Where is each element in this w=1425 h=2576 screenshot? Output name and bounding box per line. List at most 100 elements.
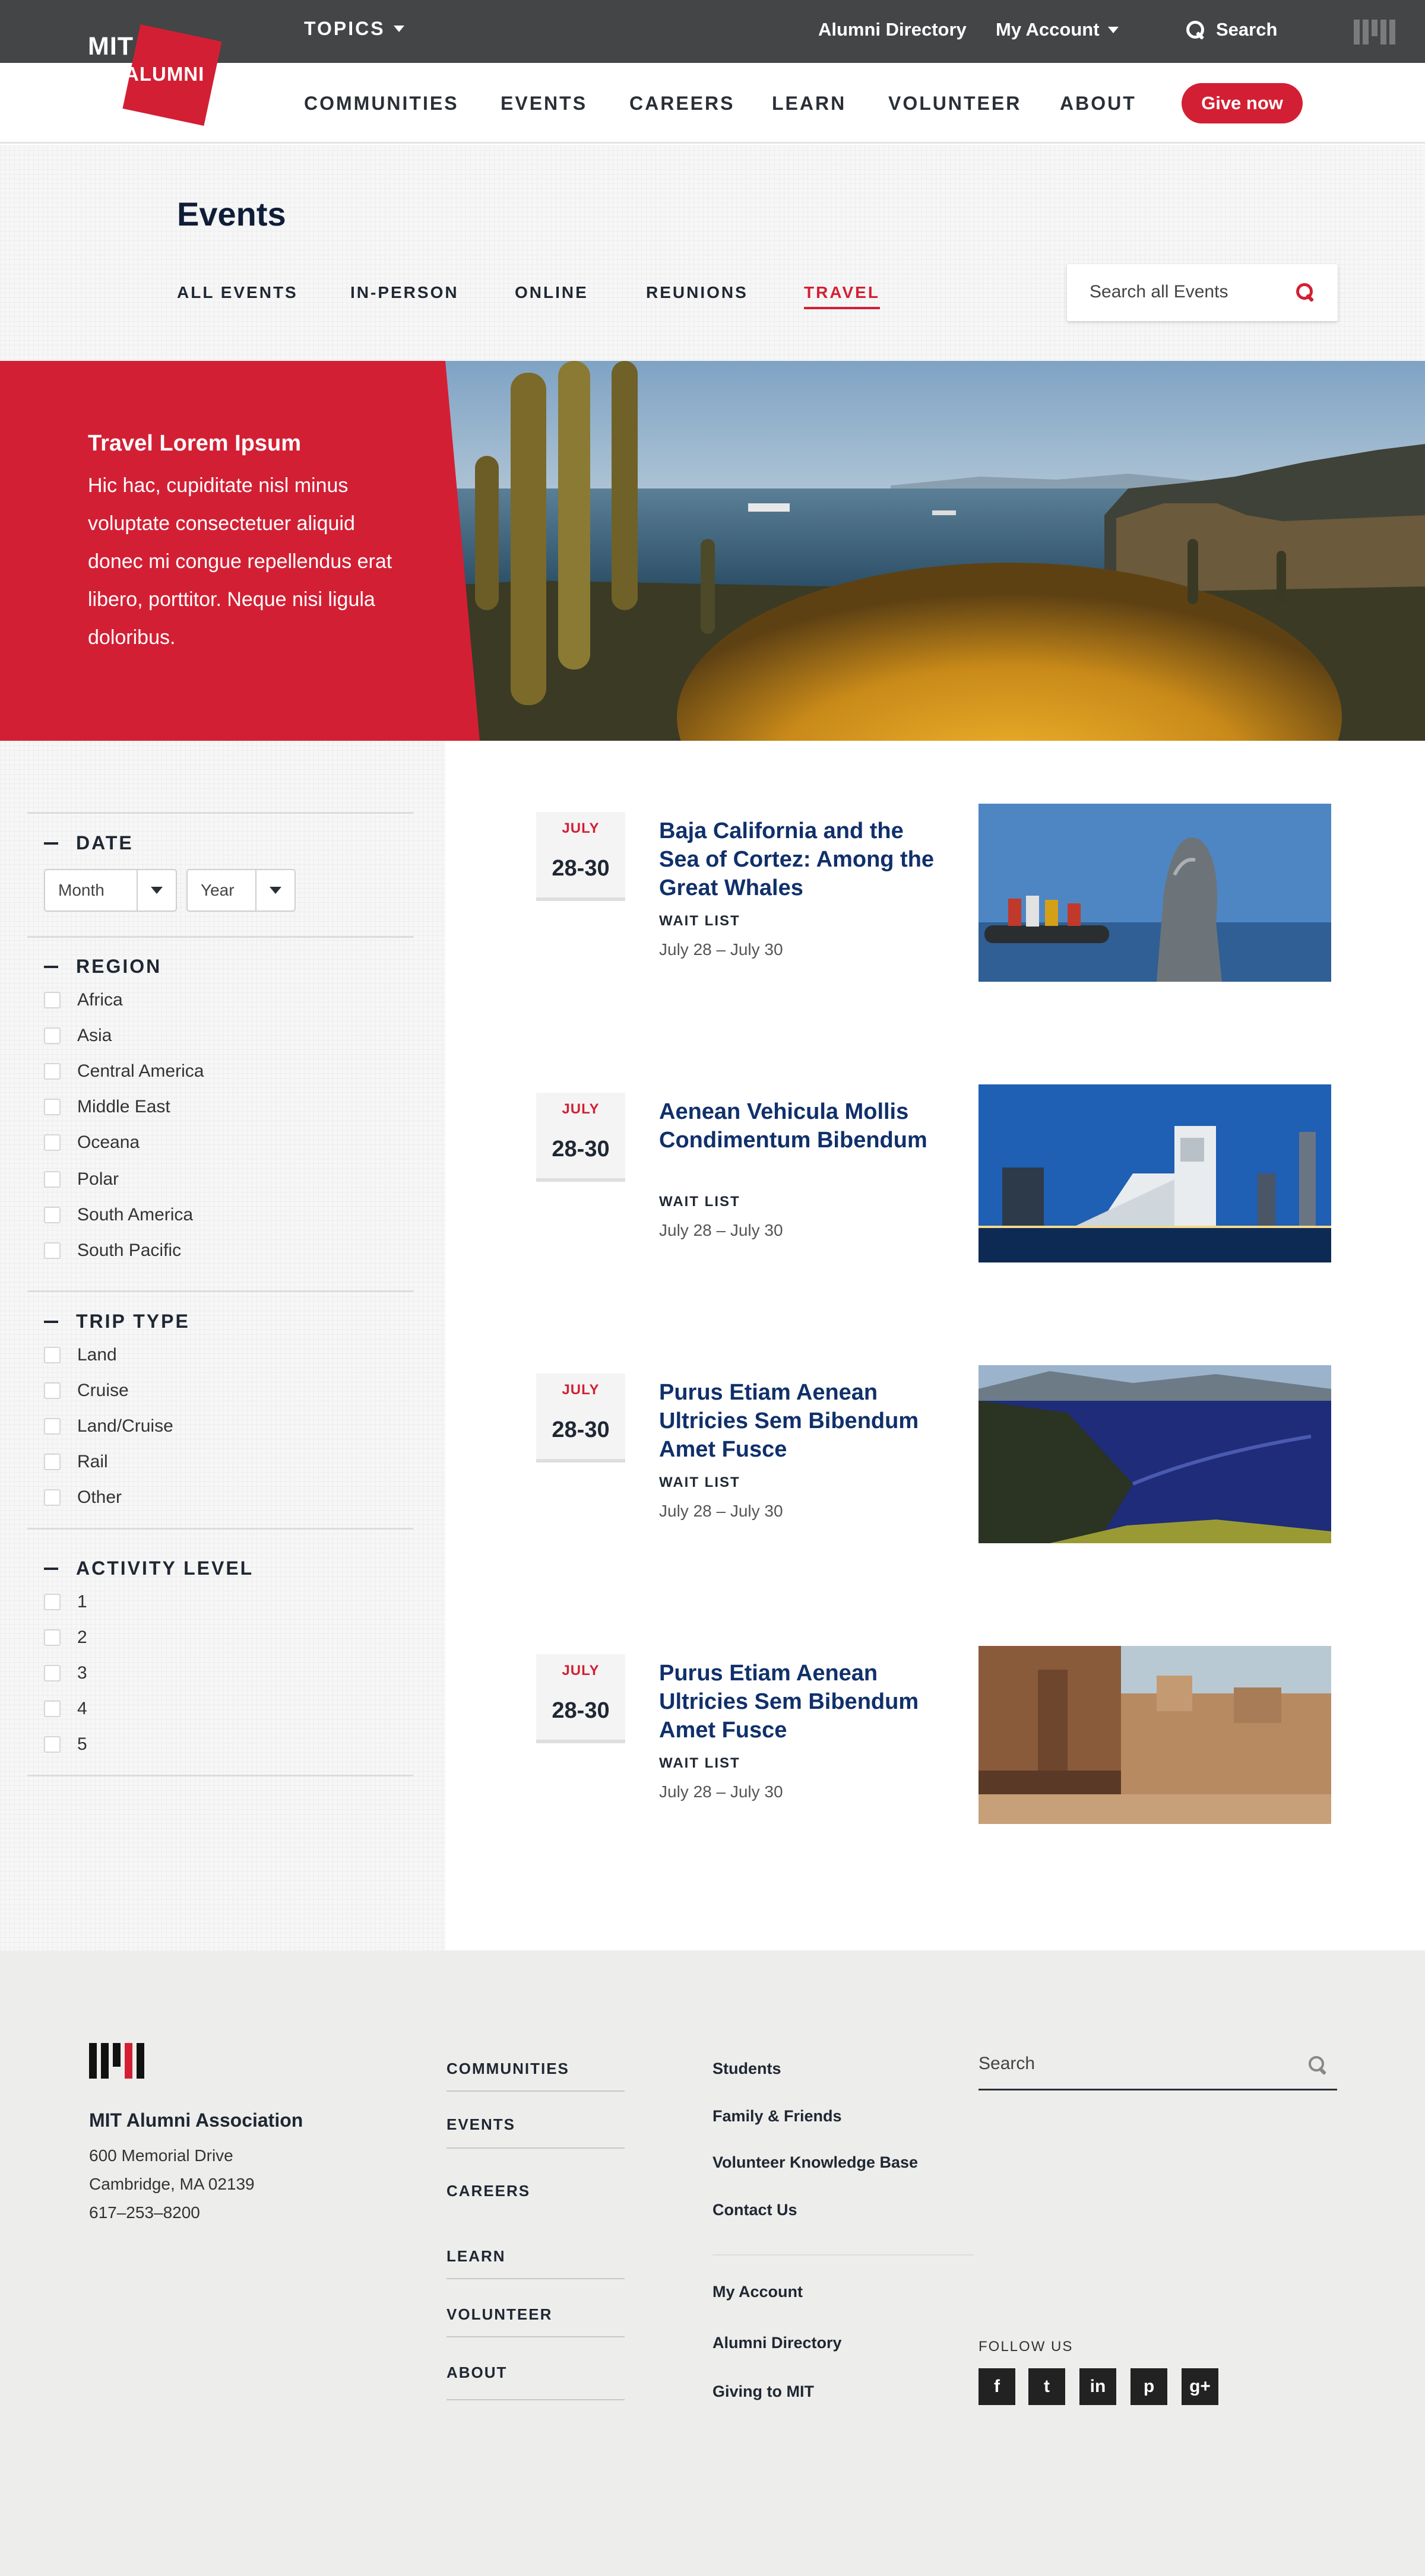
- footer-link-my-account[interactable]: My Account: [712, 2283, 803, 2301]
- footer-search-input[interactable]: [978, 2054, 1287, 2074]
- activity-option-label: 2: [77, 1628, 87, 1647]
- twitter-icon[interactable]: t: [1028, 2368, 1065, 2405]
- hero-text: Hic hac, cupiditate nisl minus voluptate…: [88, 474, 392, 649]
- event-date-range: July 28 – July 30: [659, 1221, 783, 1239]
- event-list-item[interactable]: JULY 28-30 Baja California and the Sea o…: [0, 804, 1425, 982]
- checkbox-icon[interactable]: [44, 1594, 61, 1610]
- pinterest-icon[interactable]: p: [1130, 2368, 1167, 2405]
- nav-about[interactable]: ABOUT: [1060, 93, 1136, 115]
- event-title-link[interactable]: Baja California and the Sea of Cortez: A…: [659, 817, 944, 902]
- event-month: JULY: [562, 1101, 600, 1117]
- filter-activity-level-heading: ACTIVITY LEVEL: [76, 1557, 254, 1579]
- footer-nav-divider: [446, 2336, 625, 2337]
- filter-trip-type-toggle[interactable]: TRIP TYPE: [44, 1311, 190, 1333]
- nav-events[interactable]: EVENTS: [501, 93, 587, 115]
- event-list-item[interactable]: JULY 28-30 Aenean Vehicula Mollis Condim…: [0, 1084, 1425, 1262]
- activity-option-label: 1: [77, 1592, 87, 1611]
- event-list-item[interactable]: JULY 28-30 Purus Etiam Aenean Ultricies …: [0, 1365, 1425, 1543]
- mit-logo-icon[interactable]: [1354, 20, 1395, 45]
- trip-option-label: Land: [77, 1345, 117, 1365]
- footer-nav-divider: [446, 2278, 625, 2279]
- footer-link-students[interactable]: Students: [712, 2060, 781, 2078]
- footer-nav-communities[interactable]: COMMUNITIES: [446, 2060, 625, 2078]
- footer-nav-volunteer[interactable]: VOLUNTEER: [446, 2305, 625, 2324]
- nav-volunteer[interactable]: VOLUNTEER: [888, 93, 1021, 115]
- alumni-directory-link[interactable]: Alumni Directory: [818, 19, 967, 40]
- region-option-africa[interactable]: Africa: [44, 990, 123, 1010]
- tab-all-events[interactable]: ALL EVENTS: [177, 283, 298, 302]
- region-option-central-america[interactable]: Central America: [44, 1061, 204, 1081]
- search-button[interactable]: Search: [1186, 19, 1277, 40]
- event-image-crater-lake[interactable]: [978, 1365, 1331, 1543]
- my-account-label: My Account: [996, 19, 1100, 40]
- footer-phone: 617–253–8200: [89, 2203, 200, 2222]
- nav-careers[interactable]: CAREERS: [629, 93, 734, 115]
- activity-option-1[interactable]: 1: [44, 1592, 87, 1612]
- event-date-range: July 28 – July 30: [659, 1782, 783, 1801]
- footer-address-line: Cambridge, MA 02139: [89, 2175, 255, 2193]
- hero-banner: Travel Lorem Ipsum Hic hac, cupiditate n…: [0, 361, 1425, 741]
- trip-option-land[interactable]: Land: [44, 1345, 117, 1365]
- event-title-link[interactable]: Aenean Vehicula Mollis Condimentum Biben…: [659, 1097, 944, 1154]
- region-option-label: Asia: [77, 1026, 112, 1045]
- region-option-label: Africa: [77, 990, 123, 1010]
- footer-link-giving[interactable]: Giving to MIT: [712, 2383, 814, 2401]
- footer-link-contact[interactable]: Contact Us: [712, 2201, 797, 2219]
- my-account-menu[interactable]: My Account: [996, 19, 1119, 40]
- checkbox-icon[interactable]: [44, 1027, 61, 1044]
- events-search-input[interactable]: [1090, 282, 1291, 302]
- event-status: WAIT LIST: [659, 1474, 740, 1490]
- tab-travel[interactable]: TRAVEL: [804, 283, 880, 309]
- events-header: Events ALL EVENTS IN-PERSON ONLINE REUNI…: [0, 145, 1425, 361]
- checkbox-icon[interactable]: [44, 992, 61, 1008]
- event-image-whale[interactable]: [978, 804, 1331, 982]
- tab-online[interactable]: ONLINE: [515, 283, 588, 302]
- nav-communities[interactable]: COMMUNITIES: [304, 93, 459, 115]
- mit-logo-icon[interactable]: [89, 2043, 144, 2079]
- event-title-link[interactable]: Purus Etiam Aenean Ultricies Sem Bibendu…: [659, 1659, 944, 1744]
- linkedin-icon[interactable]: in: [1079, 2368, 1116, 2405]
- page-title: Events: [177, 195, 286, 233]
- tab-reunions[interactable]: REUNIONS: [646, 283, 748, 302]
- checkbox-icon[interactable]: [44, 1063, 61, 1080]
- footer-nav-events[interactable]: EVENTS: [446, 2115, 625, 2134]
- event-month: JULY: [562, 1382, 600, 1398]
- footer-org-name: MIT Alumni Association: [89, 2109, 303, 2131]
- footer-nav-about[interactable]: ABOUT: [446, 2364, 625, 2382]
- event-date-badge: JULY 28-30: [536, 812, 625, 901]
- google-plus-icon[interactable]: g+: [1182, 2368, 1218, 2405]
- checkbox-icon[interactable]: [44, 1629, 61, 1646]
- event-date-range: July 28 – July 30: [659, 940, 783, 959]
- search-icon[interactable]: [1309, 2056, 1326, 2074]
- footer-link-family-friends[interactable]: Family & Friends: [712, 2107, 842, 2125]
- give-now-button[interactable]: Give now: [1182, 83, 1303, 123]
- footer-nav-divider: [446, 2399, 625, 2400]
- region-option-asia[interactable]: Asia: [44, 1026, 112, 1046]
- footer-link-alumni-directory[interactable]: Alumni Directory: [712, 2334, 842, 2352]
- checkbox-icon[interactable]: [44, 1347, 61, 1363]
- event-status: WAIT LIST: [659, 913, 740, 929]
- region-option-label: Central America: [77, 1061, 204, 1081]
- activity-option-2[interactable]: 2: [44, 1628, 87, 1648]
- facebook-icon[interactable]: f: [978, 2368, 1015, 2405]
- footer-nav-learn[interactable]: LEARN: [446, 2247, 625, 2266]
- tab-in-person[interactable]: IN-PERSON: [350, 283, 459, 302]
- filter-activity-level-toggle[interactable]: ACTIVITY LEVEL: [44, 1557, 254, 1579]
- mit-alumni-logo[interactable]: MIT ALUMNI: [88, 24, 224, 127]
- event-image-varanasi[interactable]: [978, 1646, 1331, 1824]
- topics-menu[interactable]: TOPICS: [304, 18, 404, 40]
- event-month: JULY: [562, 1663, 600, 1679]
- footer-link-divider: [712, 2254, 974, 2255]
- footer-nav-careers[interactable]: CAREERS: [446, 2182, 625, 2200]
- footer-link-volunteer-kb[interactable]: Volunteer Knowledge Base: [712, 2153, 918, 2172]
- search-icon[interactable]: [1296, 283, 1314, 301]
- nav-learn[interactable]: LEARN: [772, 93, 846, 115]
- event-days: 28-30: [552, 1698, 610, 1723]
- event-date-badge: JULY 28-30: [536, 1093, 625, 1182]
- event-days: 28-30: [552, 856, 610, 881]
- event-title-link[interactable]: Purus Etiam Aenean Ultricies Sem Bibendu…: [659, 1378, 944, 1464]
- event-list-item[interactable]: JULY 28-30 Purus Etiam Aenean Ultricies …: [0, 1646, 1425, 1824]
- event-days: 28-30: [552, 1417, 610, 1442]
- event-image-city[interactable]: [978, 1084, 1331, 1262]
- event-status: WAIT LIST: [659, 1755, 740, 1771]
